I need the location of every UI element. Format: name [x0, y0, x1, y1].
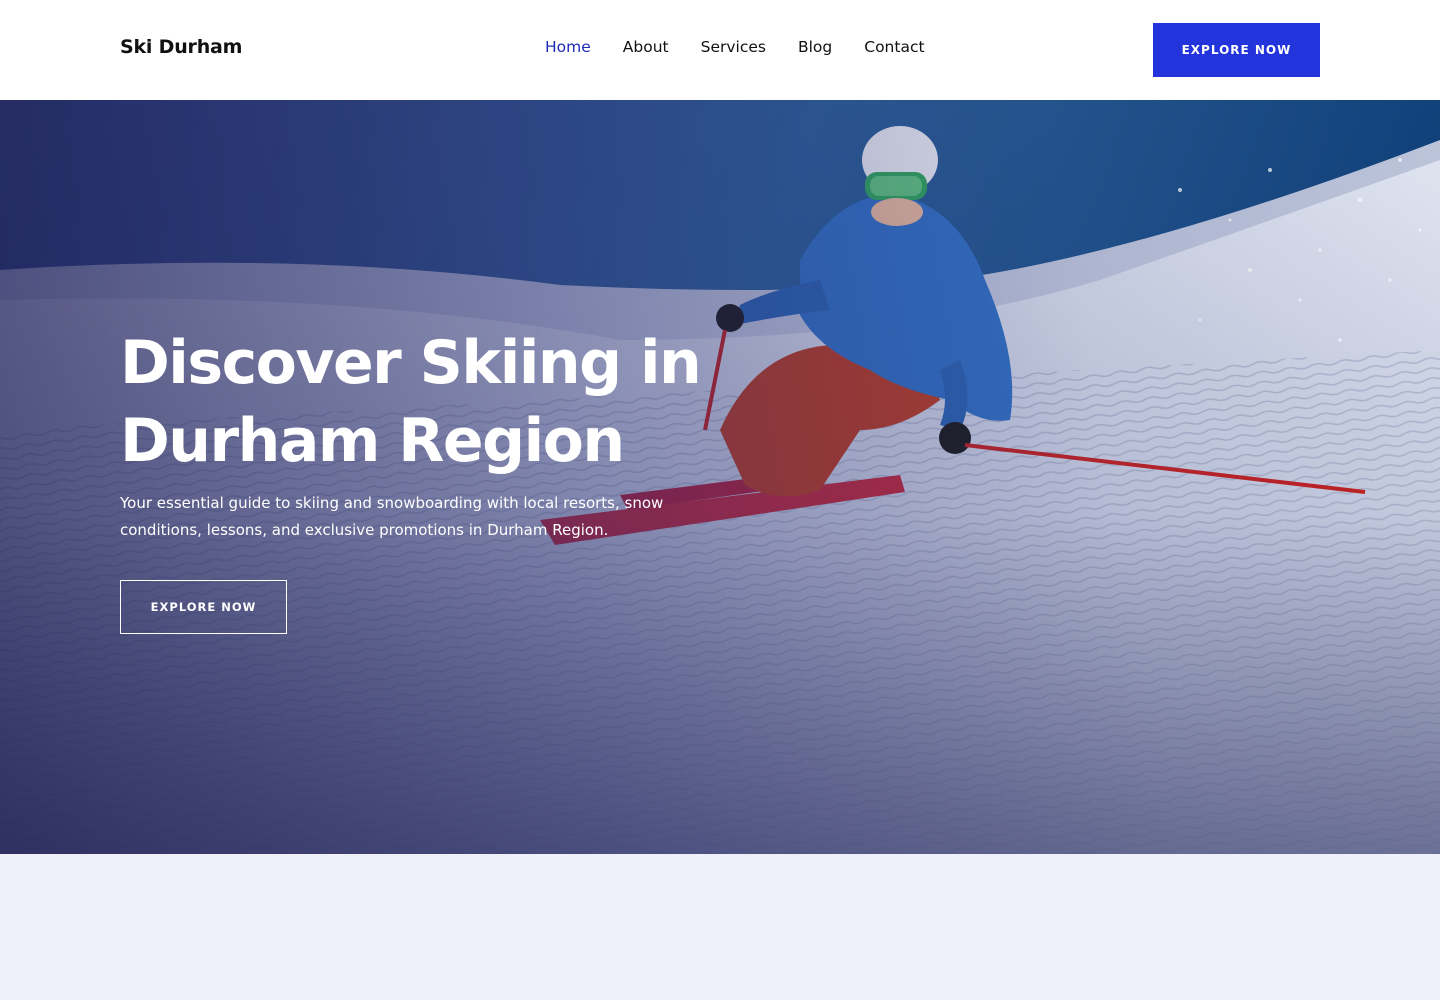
nav-link-contact[interactable]: Contact: [864, 38, 924, 56]
hero-section: Discover Skiing in Durham Region Your es…: [0, 100, 1440, 854]
nav-link-home[interactable]: Home: [545, 38, 591, 56]
next-section: [0, 854, 1440, 1000]
header-explore-button[interactable]: EXPLORE NOW: [1153, 23, 1320, 77]
main-nav: Home About Services Blog Contact: [545, 38, 925, 56]
nav-link-services[interactable]: Services: [701, 38, 766, 56]
site-logo[interactable]: Ski Durham: [120, 36, 242, 58]
hero-title: Discover Skiing in Durham Region: [120, 328, 702, 476]
nav-link-blog[interactable]: Blog: [798, 38, 832, 56]
hero-explore-button[interactable]: EXPLORE NOW: [120, 580, 287, 634]
nav-link-about[interactable]: About: [623, 38, 669, 56]
site-header: Ski Durham Home About Services Blog Cont…: [0, 0, 1440, 100]
hero-subtitle: Your essential guide to skiing and snowb…: [120, 494, 664, 539]
